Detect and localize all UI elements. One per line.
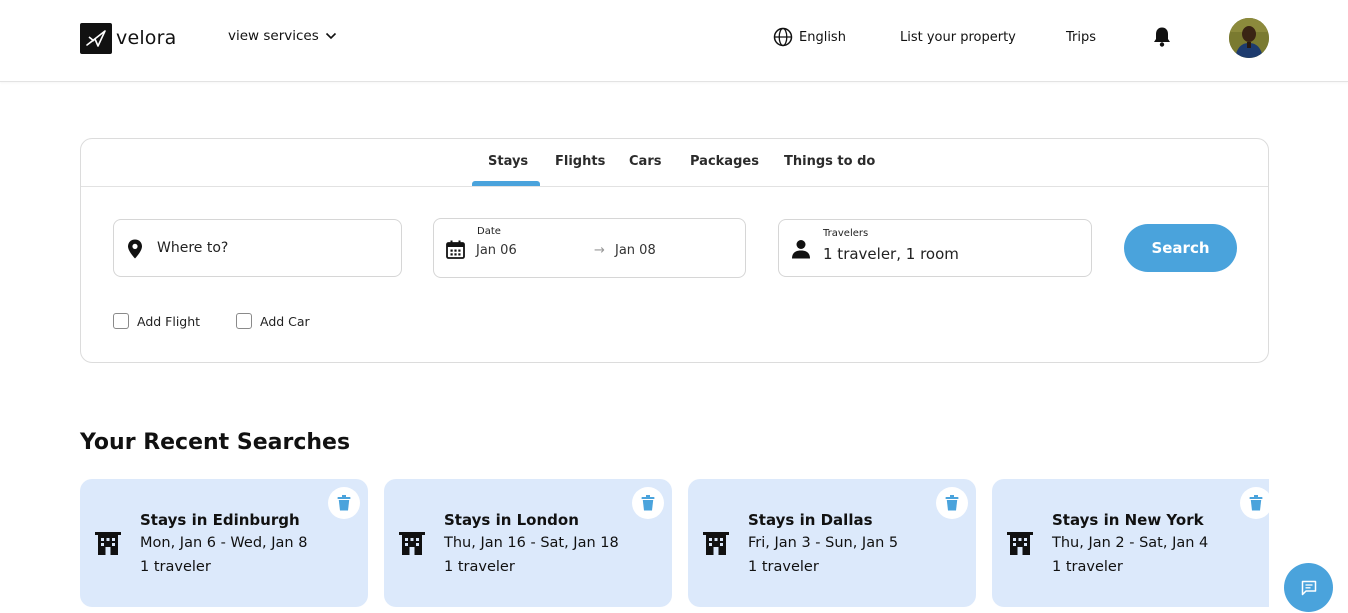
start-date: Jan 06 [476, 243, 517, 258]
travelers-value: 1 traveler, 1 room [823, 245, 959, 263]
recent-searches-list: Stays in Edinburgh Mon, Jan 6 - Wed, Jan… [80, 479, 1269, 613]
list-property-link[interactable]: List your property [900, 30, 1016, 45]
logo-mark-icon [80, 22, 112, 54]
recent-search-card[interactable]: Stays in Dallas Fri, Jan 3 - Sun, Jan 5 … [688, 479, 976, 607]
trips-link[interactable]: Trips [1066, 30, 1096, 45]
view-services-dropdown[interactable]: view services [228, 28, 337, 44]
date-label: Date [477, 226, 501, 237]
calendar-icon [446, 240, 465, 259]
delete-search-button[interactable] [632, 487, 664, 519]
tab-packages[interactable]: Packages [690, 154, 759, 169]
tab-flights[interactable]: Flights [555, 154, 605, 169]
recent-search-dates: Fri, Jan 3 - Sun, Jan 5 [748, 535, 899, 551]
search-panel: Stays Flights Cars Packages Things to do… [80, 138, 1269, 363]
add-car-checkbox[interactable]: Add Car [236, 313, 310, 329]
notifications-button[interactable] [1152, 26, 1172, 48]
tab-bar: Stays Flights Cars Packages Things to do [81, 139, 1268, 187]
add-flight-checkbox[interactable]: Add Flight [113, 313, 200, 329]
recent-search-dates: Thu, Jan 2 - Sat, Jan 4 [1052, 535, 1209, 551]
trash-icon [1249, 495, 1263, 511]
trash-icon [641, 495, 655, 511]
recent-search-travelers: 1 traveler [1052, 559, 1123, 575]
hotel-icon [1007, 532, 1033, 555]
brand-logo[interactable]: velora [80, 22, 177, 54]
recent-search-dates: Thu, Jan 16 - Sat, Jan 18 [444, 535, 619, 551]
recent-search-card[interactable]: Stays in London Thu, Jan 16 - Sat, Jan 1… [384, 479, 672, 607]
recent-search-travelers: 1 traveler [140, 559, 211, 575]
tab-cars[interactable]: Cars [629, 154, 661, 169]
view-services-label: view services [228, 28, 319, 44]
chat-support-button[interactable] [1284, 563, 1333, 612]
date-range-picker[interactable]: Date Jan 06 → Jan 08 [433, 218, 746, 278]
top-nav-bar: velora view services English List your p… [0, 0, 1348, 82]
hotel-icon [399, 532, 425, 555]
travelers-label: Travelers [823, 228, 869, 239]
date-arrow: → [594, 243, 605, 258]
tab-things-to-do[interactable]: Things to do [784, 154, 875, 169]
trash-icon [337, 495, 351, 511]
delete-search-button[interactable] [936, 487, 968, 519]
hotel-icon [703, 532, 729, 555]
globe-icon [773, 27, 793, 47]
person-icon [792, 240, 810, 259]
user-avatar[interactable] [1229, 18, 1269, 58]
recent-search-title: Stays in Edinburgh [140, 511, 300, 529]
active-tab-indicator [472, 181, 540, 186]
hotel-icon [95, 532, 121, 555]
destination-input[interactable]: Where to? [113, 219, 402, 277]
chevron-down-icon [325, 32, 336, 40]
checkbox-box[interactable] [236, 313, 252, 329]
recent-search-travelers: 1 traveler [444, 559, 515, 575]
add-car-label: Add Car [260, 313, 310, 329]
map-pin-icon [128, 239, 142, 259]
delete-search-button[interactable] [328, 487, 360, 519]
recent-search-travelers: 1 traveler [748, 559, 819, 575]
delete-search-button[interactable] [1240, 487, 1269, 519]
bell-icon [1154, 27, 1170, 47]
recent-searches-heading: Your Recent Searches [80, 430, 351, 455]
recent-search-title: Stays in Dallas [748, 511, 873, 529]
recent-search-card[interactable]: Stays in Edinburgh Mon, Jan 6 - Wed, Jan… [80, 479, 368, 607]
recent-search-title: Stays in New York [1052, 511, 1204, 529]
checkbox-box[interactable] [113, 313, 129, 329]
recent-search-dates: Mon, Jan 6 - Wed, Jan 8 [140, 535, 308, 551]
recent-search-card[interactable]: Stays in New York Thu, Jan 2 - Sat, Jan … [992, 479, 1269, 607]
brand-name: velora [116, 27, 177, 49]
language-label: English [799, 29, 846, 45]
end-date: Jan 08 [615, 243, 656, 258]
chat-bubble-icon [1301, 580, 1316, 595]
tab-stays[interactable]: Stays [488, 154, 528, 169]
language-selector[interactable]: English [773, 27, 846, 47]
search-button[interactable]: Search [1124, 224, 1237, 272]
trash-icon [945, 495, 959, 511]
recent-search-title: Stays in London [444, 511, 579, 529]
destination-placeholder: Where to? [157, 240, 229, 256]
add-flight-label: Add Flight [137, 313, 201, 329]
travelers-selector[interactable]: Travelers 1 traveler, 1 room [778, 219, 1092, 277]
